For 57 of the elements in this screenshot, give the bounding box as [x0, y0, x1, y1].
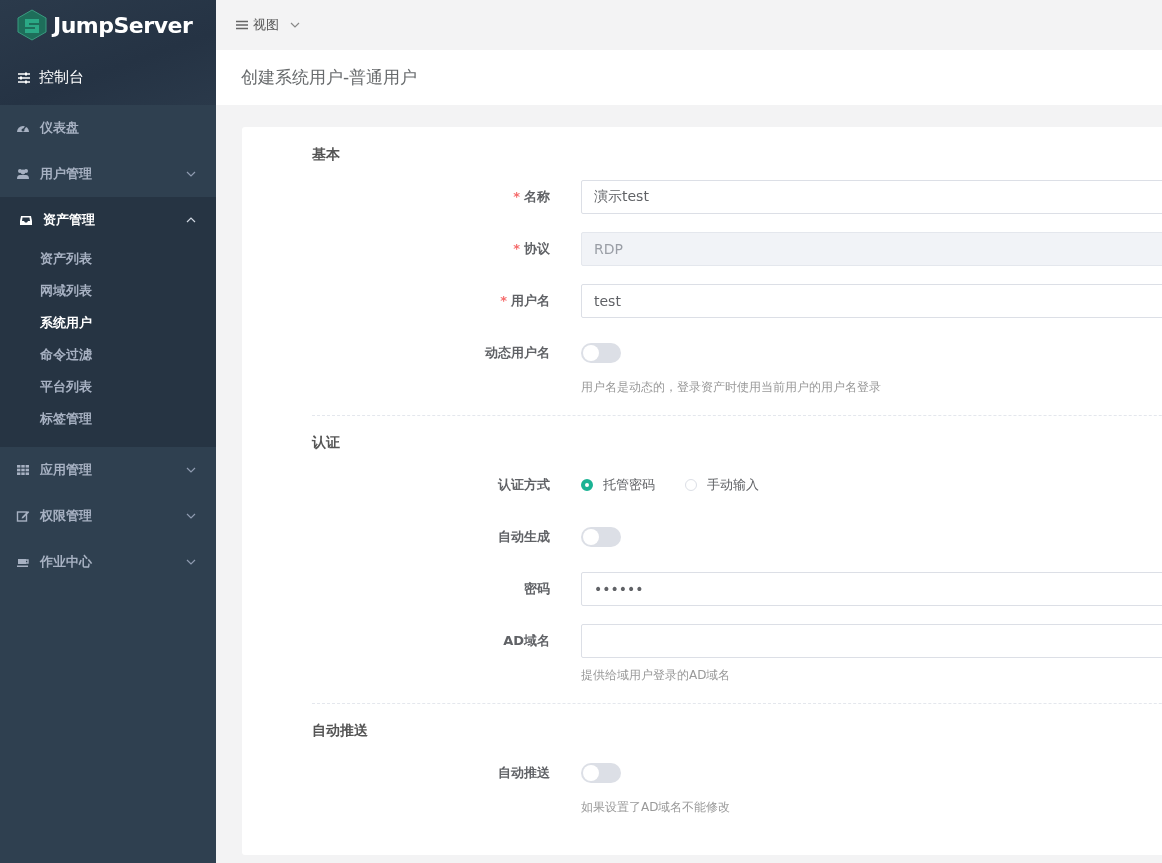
submenu-item[interactable]: 标签管理 — [0, 403, 216, 435]
view-menu[interactable]: 视图 — [236, 16, 300, 34]
toggle-switch[interactable] — [581, 343, 621, 363]
nav-item[interactable]: 作业中心 — [0, 539, 216, 585]
help-text: 用户名是动态的，登录资产时使用当前用户的用户名登录 — [581, 379, 882, 396]
chevron-down-icon — [186, 558, 196, 566]
submenu-item[interactable]: 系统用户 — [0, 307, 216, 339]
logo-icon — [17, 9, 47, 41]
radio-label[interactable]: 手动输入 — [707, 476, 759, 494]
section-title: 自动推送 — [312, 721, 369, 740]
section-title: 认证 — [312, 433, 341, 452]
nav-item[interactable]: 权限管理 — [0, 493, 216, 539]
toggle-switch[interactable] — [581, 527, 621, 547]
radio-button[interactable] — [581, 479, 593, 491]
field-label: 密码 — [524, 580, 550, 598]
help-text: 如果设置了AD域名不能修改 — [581, 799, 732, 816]
input-field[interactable] — [581, 624, 1162, 658]
submenu-item[interactable]: 网域列表 — [0, 275, 216, 307]
chevron-up-icon — [186, 216, 196, 224]
edit-icon — [16, 509, 30, 523]
sliders-icon — [17, 71, 31, 84]
required-mark: * — [513, 241, 520, 256]
inbox-icon — [19, 213, 33, 227]
field-label: * 名称 — [513, 188, 550, 206]
grid-icon — [16, 463, 30, 477]
submenu-item[interactable]: 资产列表 — [0, 243, 216, 275]
nav-item[interactable]: 应用管理 — [0, 447, 216, 493]
required-mark: * — [500, 293, 507, 308]
help-text: 提供给域用户登录的AD域名 — [581, 667, 732, 684]
nav-item[interactable]: 资产管理 — [0, 197, 216, 243]
logo-text: JumpServer — [53, 12, 193, 38]
required-mark: * — [513, 189, 520, 204]
input-field[interactable]: •••••• — [581, 572, 1162, 606]
input-field[interactable]: test — [581, 284, 1162, 318]
field-label: 自动推送 — [498, 764, 550, 782]
chevron-down-icon — [290, 21, 300, 29]
field-label: AD域名 — [503, 632, 550, 650]
chevron-down-icon — [186, 512, 196, 520]
field-label: 动态用户名 — [485, 344, 550, 362]
chevron-down-icon — [186, 466, 196, 474]
page-title: 创建系统用户-普通用户 — [241, 66, 418, 89]
toggle-switch[interactable] — [581, 763, 621, 783]
field-label: 认证方式 — [498, 476, 550, 494]
submenu-item[interactable]: 命令过滤 — [0, 339, 216, 371]
section-title: 基本 — [312, 145, 341, 164]
users-icon — [16, 167, 30, 181]
console-title: 控制台 — [39, 68, 84, 87]
submenu-item[interactable]: 平台列表 — [0, 371, 216, 403]
field-label: * 协议 — [513, 240, 550, 258]
field-label: 自动生成 — [498, 528, 550, 546]
input-field[interactable]: 演示test — [581, 180, 1162, 214]
nav-item[interactable]: 用户管理 — [0, 151, 216, 197]
chevron-down-icon — [186, 170, 196, 178]
menu-icon — [236, 20, 248, 30]
field-label: * 用户名 — [500, 292, 550, 310]
nav-item[interactable]: 仪表盘 — [0, 105, 216, 151]
radio-label[interactable]: 托管密码 — [603, 476, 655, 494]
